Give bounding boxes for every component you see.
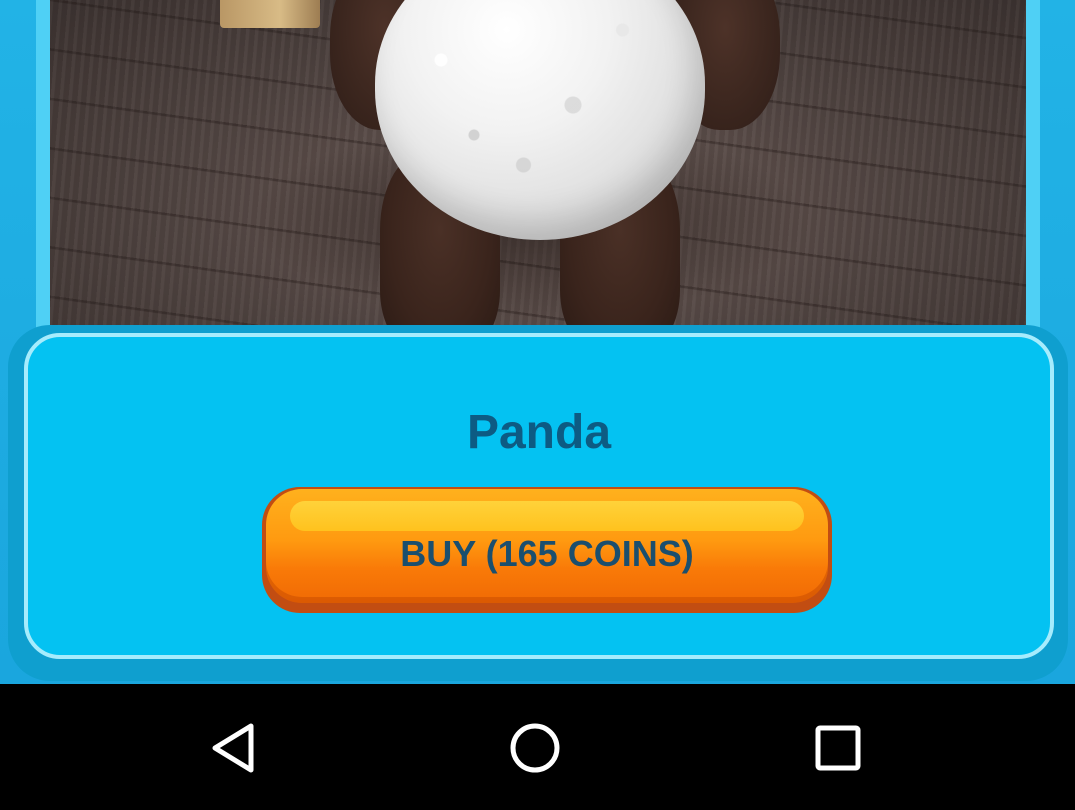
pet-info-card-body: Panda BUY (165 COINS) xyxy=(24,333,1054,659)
nav-back-button[interactable] xyxy=(193,708,273,788)
home-circle-icon xyxy=(510,723,560,773)
buy-button-label: BUY (165 COINS) xyxy=(400,533,694,574)
screen: Panda BUY (165 COINS) xyxy=(0,0,1075,810)
pet-preview-image xyxy=(50,0,1026,345)
pet-shop-view: Panda BUY (165 COINS) xyxy=(0,0,1075,684)
back-triangle-icon xyxy=(212,723,254,773)
recents-square-icon xyxy=(815,725,861,771)
nav-recents-button[interactable] xyxy=(798,708,878,788)
pet-info-card: Panda BUY (165 COINS) xyxy=(8,325,1068,681)
android-nav-bar xyxy=(0,684,1075,810)
buy-button[interactable]: BUY (165 COINS) xyxy=(262,487,832,613)
pet-name-title: Panda xyxy=(466,406,612,459)
wooden-box xyxy=(220,0,320,28)
buy-button-face: BUY (165 COINS) xyxy=(266,489,828,603)
nav-home-button[interactable] xyxy=(495,708,575,788)
